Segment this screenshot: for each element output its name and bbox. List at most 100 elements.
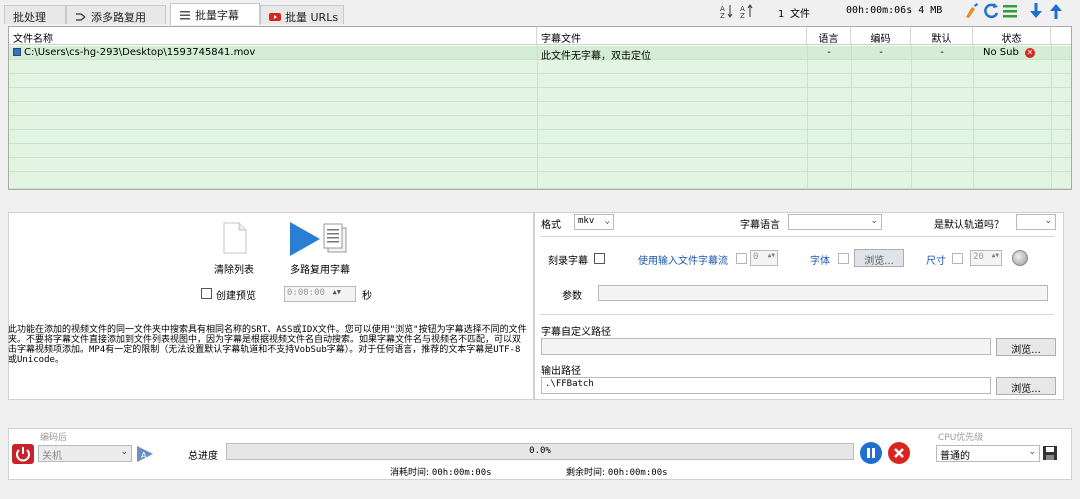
chevron-down-icon: ⌄	[1028, 447, 1036, 457]
stepper-up-icon[interactable]: ▲▼	[333, 288, 341, 296]
stream-index-value: 0	[753, 252, 759, 262]
file-table[interactable]: 文件名称 字幕文件 语言 编码 默认 状态 C:\Users\cs-hg-293…	[8, 26, 1072, 190]
size-label: 尺寸	[926, 256, 946, 267]
list-icon	[179, 10, 191, 20]
font-checkbox[interactable]	[838, 253, 849, 264]
default-track-label: 是默认轨道吗？	[934, 220, 1004, 231]
col-divider	[973, 45, 974, 189]
size-value: 20	[973, 252, 984, 262]
chevron-down-icon: ⌄	[604, 216, 610, 226]
tab-multiplex[interactable]: 添多路复用	[66, 5, 166, 24]
auto-action-icon[interactable]: A	[136, 445, 154, 463]
multiplex-subtitles-button[interactable]	[288, 220, 352, 258]
burn-subtitles-checkbox[interactable]	[594, 253, 605, 264]
clear-icon[interactable]	[962, 2, 980, 20]
create-preview-label: 创建预览	[216, 291, 256, 302]
file-count: 1 文件	[778, 9, 811, 20]
col-divider	[807, 45, 808, 189]
arrow-down-icon[interactable]	[1028, 2, 1044, 20]
svg-text:Z: Z	[720, 12, 725, 19]
color-picker-icon[interactable]	[1012, 250, 1028, 266]
size-stepper[interactable]: 20 ▲▼	[970, 250, 1002, 266]
remaining-value: 00h:00m:00s	[607, 468, 668, 478]
multiplex-label[interactable]: 多路复用字幕	[290, 261, 350, 276]
elapsed-value: 00h:00m:00s	[431, 468, 492, 478]
cell-filename: C:\Users\cs-hg-293\Desktop\1593745841.mo…	[9, 46, 537, 60]
stepper-icon[interactable]: ▲▼	[992, 252, 999, 259]
browse-custom-path-button[interactable]: 浏览...	[996, 338, 1056, 356]
list-green-icon[interactable]	[1002, 3, 1018, 19]
col-divider	[537, 45, 538, 189]
youtube-icon	[269, 12, 281, 22]
col-filename[interactable]: 文件名称	[9, 27, 537, 45]
subtitle-options-right	[534, 212, 1064, 400]
stream-index-stepper[interactable]: 0 ▲▼	[750, 250, 778, 266]
tab-batch-urls[interactable]: 批量 URLs	[260, 5, 344, 24]
error-icon: ✕	[1025, 48, 1035, 58]
clear-list-button[interactable]	[222, 222, 248, 254]
sort-za-icon[interactable]: AZ	[740, 3, 754, 20]
size-checkbox[interactable]	[952, 253, 963, 264]
chevron-down-icon: ⌄	[120, 447, 128, 457]
output-path-label: 输出路径	[541, 366, 581, 377]
col-status[interactable]: 状态	[973, 27, 1051, 45]
table-header: 文件名称 字幕文件 语言 编码 默认 状态	[9, 27, 1071, 45]
clear-list-label[interactable]: 清除列表	[214, 261, 254, 276]
divider	[540, 236, 1054, 237]
svg-text:Z: Z	[740, 12, 745, 19]
refresh-icon[interactable]	[982, 2, 1000, 20]
params-input[interactable]	[598, 285, 1048, 301]
elapsed-caption: 消耗时间:	[390, 468, 430, 478]
sort-az-icon[interactable]: AZ	[720, 3, 734, 20]
total-progress-bar: 0.0%	[226, 443, 854, 460]
col-encoding[interactable]: 编码	[851, 27, 911, 45]
chevron-down-icon: ⌄	[870, 216, 878, 226]
subtitle-options-left	[8, 212, 534, 400]
chevron-down-icon: ⌄	[1044, 216, 1052, 226]
cell-lang: -	[827, 47, 831, 58]
arrow-up-icon[interactable]	[1048, 2, 1064, 20]
tab-batch-subtitles[interactable]: 批量字幕	[170, 3, 260, 25]
after-encode-select[interactable]: 关机 ⌄	[38, 445, 132, 462]
cell-status: No Sub ✕	[973, 46, 1051, 60]
use-input-stream-label: 使用输入文件字幕流	[638, 256, 728, 267]
burn-subtitles-label: 刻录字幕	[548, 256, 588, 267]
col-divider	[851, 45, 852, 189]
col-divider	[911, 45, 912, 189]
col-default[interactable]: 默认	[911, 27, 973, 45]
progress-value: 0.0%	[529, 446, 551, 456]
col-lang[interactable]: 语言	[807, 27, 851, 45]
custom-path-input[interactable]	[541, 338, 991, 355]
output-path-input[interactable]: .\FFBatch	[541, 377, 991, 394]
format-select[interactable]: mkv ⌄	[574, 214, 614, 230]
font-label: 字体	[810, 256, 830, 267]
video-file-icon	[13, 48, 21, 56]
stepper-icon[interactable]: ▲▼	[768, 252, 775, 259]
merge-icon	[75, 12, 87, 22]
cpu-priority-value: 普通的	[940, 451, 970, 462]
power-icon[interactable]	[12, 444, 34, 464]
svg-text:A: A	[141, 451, 147, 460]
default-track-select[interactable]: ⌄	[1016, 214, 1056, 230]
cell-subfile: 此文件无字幕，双击定位	[541, 51, 651, 60]
tab-label: 批量字幕	[195, 9, 239, 22]
sub-lang-select[interactable]: ⌄	[788, 214, 882, 230]
preview-time-stepper[interactable]: 0:00:00 ▲▼	[284, 286, 356, 302]
after-encode-label: 编码后	[40, 433, 68, 443]
tab-label: 批处理	[13, 11, 46, 24]
tab-label: 批量 URLs	[285, 11, 339, 24]
create-preview-checkbox[interactable]	[201, 288, 212, 299]
duration-size: 00h:00m:06s 4 MB	[846, 5, 943, 16]
cpu-priority-select[interactable]: 普通的 ⌄	[936, 445, 1040, 462]
browse-output-button[interactable]: 浏览...	[996, 377, 1056, 395]
cancel-button[interactable]	[888, 442, 910, 464]
pause-button[interactable]	[860, 442, 882, 464]
col-subfile[interactable]: 字幕文件	[537, 27, 807, 45]
browse-font-button[interactable]: 浏览...	[854, 249, 904, 267]
after-encode-value: 关机	[42, 451, 62, 462]
total-progress-label: 总进度	[188, 451, 218, 462]
use-input-stream-checkbox[interactable]	[736, 253, 747, 264]
save-icon[interactable]	[1042, 445, 1058, 461]
cell-default: -	[940, 47, 944, 58]
tab-batch[interactable]: 批处理	[4, 5, 66, 24]
